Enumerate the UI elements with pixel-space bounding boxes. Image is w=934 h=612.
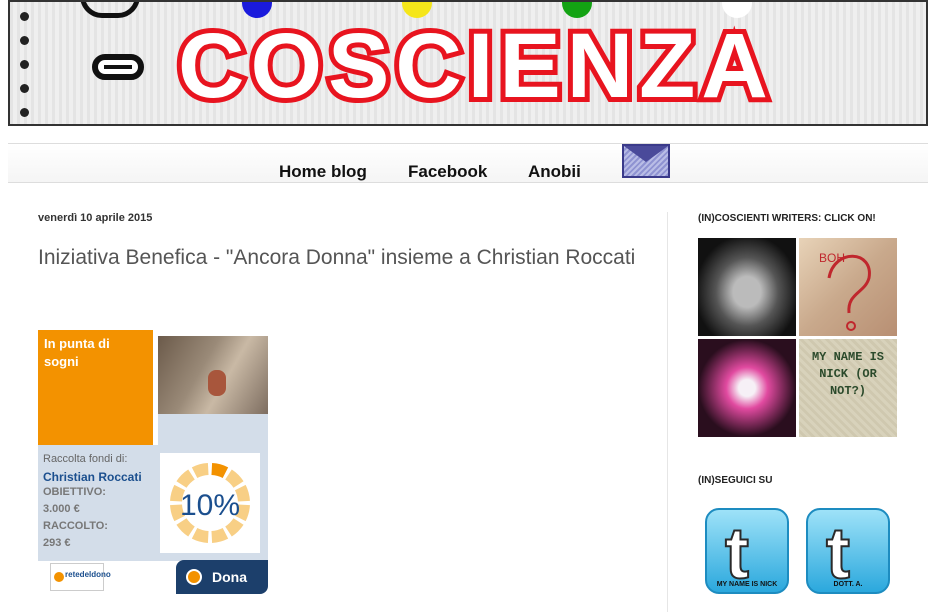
donate-circle-icon (186, 569, 202, 585)
donate-button-label: Dona (212, 569, 247, 585)
twitter-label: MY NAME IS NICK (716, 581, 778, 588)
gauge-segment (176, 469, 195, 488)
post-date: venerdì 10 aprile 2015 (38, 212, 153, 224)
twitter-icon: t (724, 514, 750, 594)
donate-button[interactable]: Dona (176, 560, 268, 594)
notebook-holes (20, 12, 40, 122)
goal-value: 3.000 € (43, 503, 80, 515)
twitter-button-nick[interactable]: t MY NAME IS NICK (705, 508, 789, 594)
top-navigation: Home blog Facebook Anobii (8, 143, 928, 183)
retedeldono-logo[interactable]: retedeldono (50, 563, 111, 591)
twitter-label: DOTT. A. (833, 581, 863, 588)
column-separator (667, 212, 668, 612)
progress-gauge: 10% (160, 453, 260, 553)
follow-heading: (IN)SEGUICI SU (698, 475, 773, 486)
twitter-icon: t (825, 514, 851, 594)
writers-heading: (IN)COSCIENTI WRITERS: CLICK ON! (698, 213, 876, 224)
gauge-segment (211, 527, 229, 543)
raised-for-label: Raccolta fondi di: (43, 453, 128, 465)
gauge-segment (191, 463, 209, 479)
pill-decoration (92, 54, 144, 80)
blog-header-banner[interactable]: COSCIENZA (8, 0, 928, 126)
goal-label: OBIETTIVO: (43, 486, 106, 498)
campaign-photo (158, 336, 268, 414)
writer-tile-flower[interactable] (698, 339, 796, 437)
writer-tile-question[interactable]: BOH (799, 238, 897, 336)
progress-percent: 10% (180, 489, 240, 522)
blog-title: COSCIENZA (173, 15, 774, 117)
twitter-button-dott[interactable]: t DOTT. A. (806, 508, 890, 594)
gauge-segment (225, 469, 244, 488)
writer-tile-nick[interactable]: MY NAME IS NICK (OR NOT?) (799, 339, 897, 437)
raised-label: RACCOLTO: (43, 520, 108, 532)
gauge-segment (191, 527, 209, 543)
post-title[interactable]: Iniziativa Benefica - "Ancora Donna" ins… (38, 244, 638, 271)
campaign-title: In punta di sogni (38, 330, 153, 445)
photo-footer (158, 414, 268, 446)
writer-tile-fist[interactable] (698, 238, 796, 336)
donation-widget[interactable]: In punta di sogni Raccolta fondi di: Chr… (38, 330, 268, 596)
nav-anobii[interactable]: Anobii (528, 162, 581, 182)
raised-value: 293 € (43, 537, 71, 549)
fundraiser-name[interactable]: Christian Roccati (43, 470, 148, 484)
gauge-segment (211, 463, 229, 479)
nav-facebook[interactable]: Facebook (408, 162, 487, 182)
question-mark-icon: BOH (819, 251, 871, 331)
fundraiser-info: Raccolta fondi di: Christian Roccati OBI… (38, 445, 153, 561)
envelope-icon[interactable] (622, 144, 670, 178)
nav-home-blog[interactable]: Home blog (279, 162, 367, 182)
